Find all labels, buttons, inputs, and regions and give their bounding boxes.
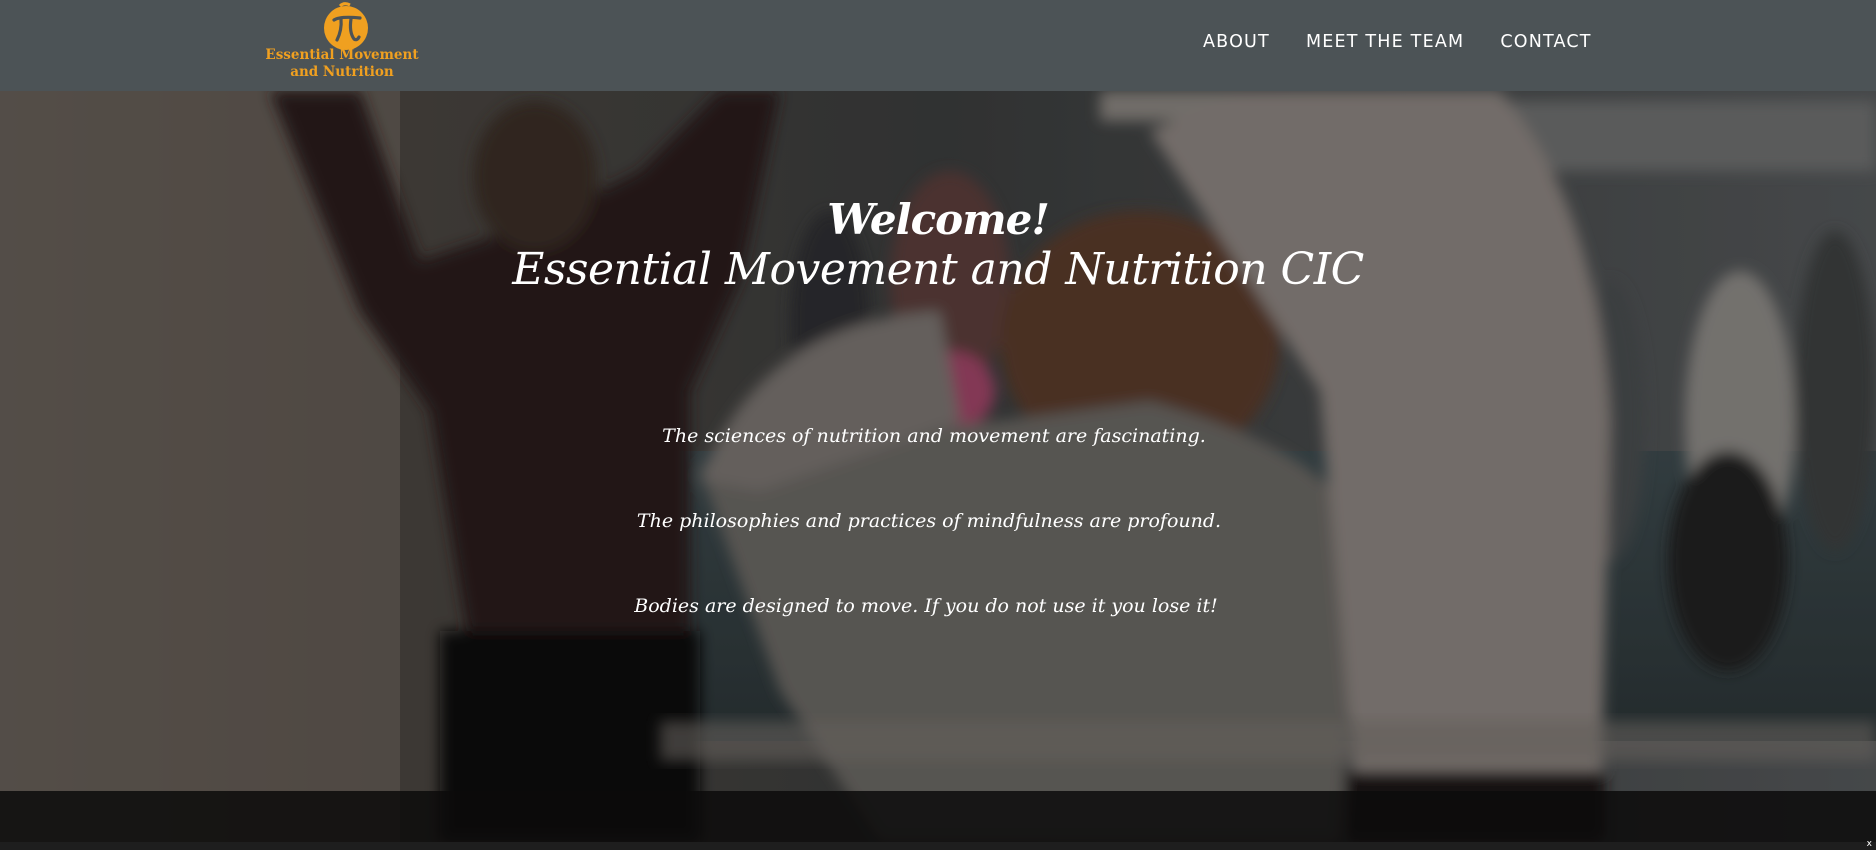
nav-link-contact[interactable]: CONTACT	[1500, 32, 1591, 52]
hero-text-line-1: The sciences of nutrition and movement a…	[662, 425, 1206, 447]
hero-section: Welcome! Essential Movement and Nutritio…	[0, 91, 1876, 842]
close-icon[interactable]: x	[1867, 839, 1872, 849]
main-nav: ABOUT MEET THE TEAM CONTACT	[1203, 32, 1592, 52]
nav-link-about[interactable]: ABOUT	[1203, 32, 1270, 52]
pi-logo-icon	[324, 2, 368, 50]
page: Essential Movement and Nutrition ABOUT M…	[0, 0, 1876, 850]
hero-welcome-heading: Welcome!	[827, 195, 1050, 244]
site-header: Essential Movement and Nutrition ABOUT M…	[0, 0, 1876, 91]
bottom-bar	[0, 842, 1876, 850]
hero-text-line-3: Bodies are designed to move. If you do n…	[634, 595, 1218, 617]
hero-text-line-2: The philosophies and practices of mindfu…	[636, 510, 1222, 532]
hero-subtitle: Essential Movement and Nutrition CIC	[512, 244, 1364, 295]
logo-text: Essential Movement and Nutrition	[265, 47, 419, 80]
nav-link-meet-the-team[interactable]: MEET THE TEAM	[1306, 32, 1464, 52]
site-logo-link[interactable]: Essential Movement and Nutrition	[252, 0, 432, 88]
